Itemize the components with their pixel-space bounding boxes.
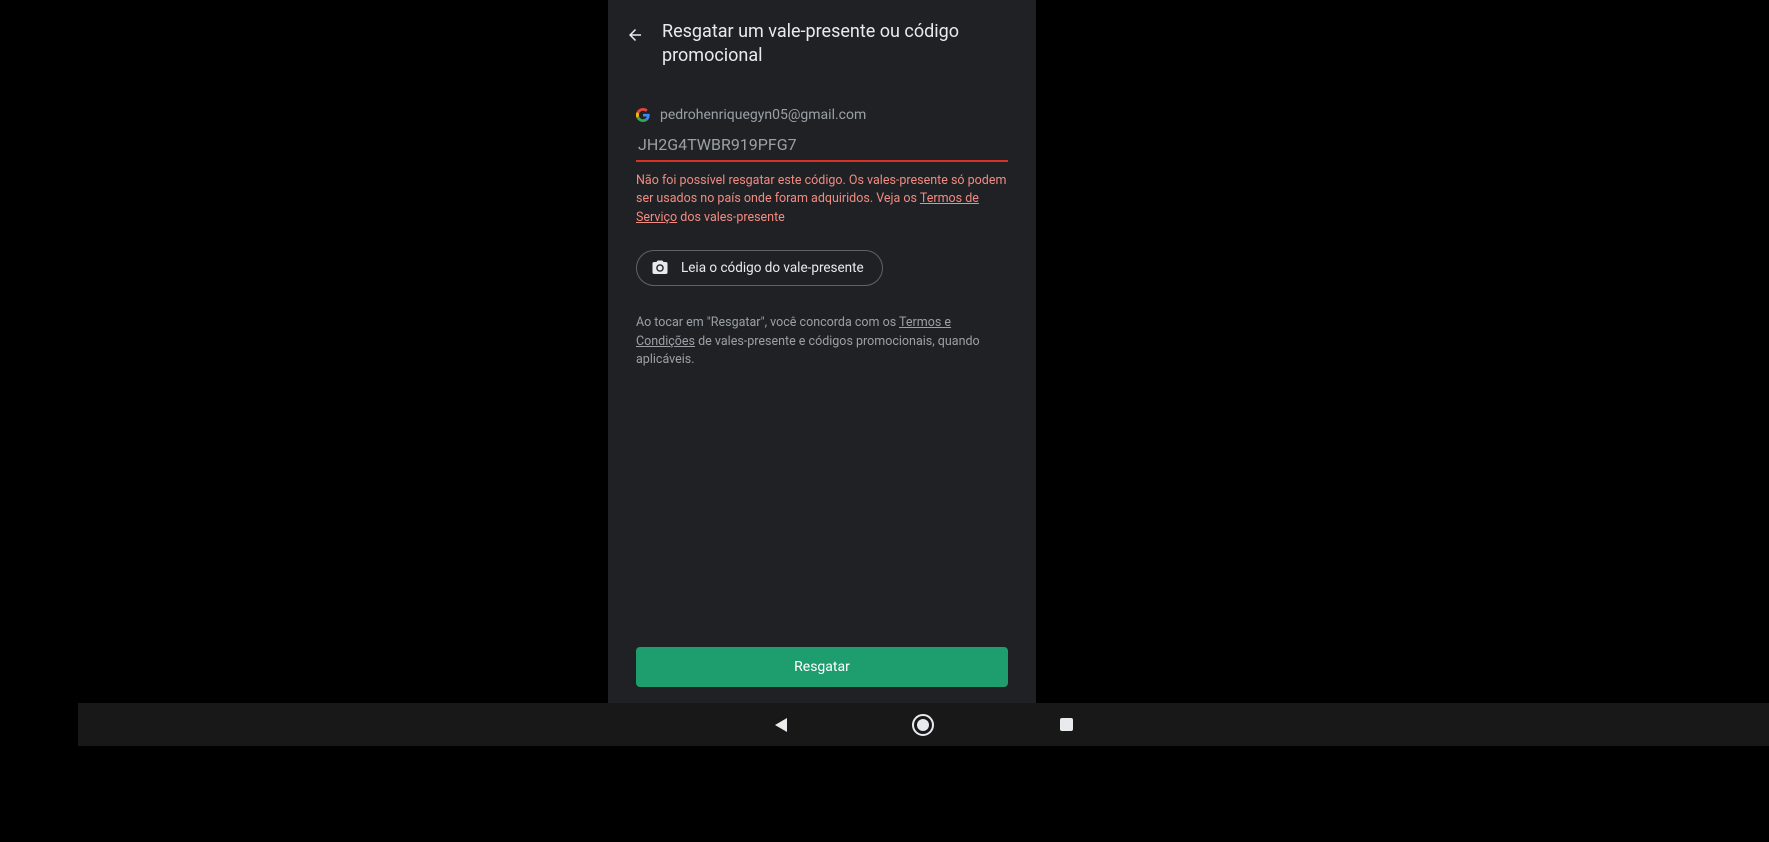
header: Resgatar um vale-presente ou código prom… bbox=[608, 0, 1036, 69]
nav-back-button[interactable] bbox=[761, 705, 801, 745]
app-screen: Resgatar um vale-presente ou código prom… bbox=[608, 0, 1036, 703]
nav-recents-button[interactable] bbox=[1046, 705, 1086, 745]
disclaimer-text: Ao tocar em "Resgatar", você concorda co… bbox=[636, 314, 1008, 370]
circle-home-icon bbox=[912, 714, 934, 736]
code-input[interactable] bbox=[636, 135, 1008, 162]
nav-home-button[interactable] bbox=[903, 705, 943, 745]
redeem-button[interactable]: Resgatar bbox=[636, 647, 1008, 687]
error-text-after: dos vales-presente bbox=[677, 210, 785, 225]
camera-icon bbox=[651, 259, 669, 277]
error-message: Não foi possível resgatar este código. O… bbox=[636, 172, 1008, 228]
google-logo-icon bbox=[636, 108, 650, 122]
scan-button-label: Leia o código do vale-presente bbox=[681, 260, 864, 276]
footer: Resgatar bbox=[608, 647, 1036, 703]
android-navigation-bar bbox=[78, 703, 1769, 746]
code-input-wrapper bbox=[636, 135, 1008, 162]
account-row: pedrohenriquegyn05@gmail.com bbox=[636, 107, 1008, 123]
account-email: pedrohenriquegyn05@gmail.com bbox=[660, 107, 866, 123]
square-recents-icon bbox=[1060, 718, 1073, 731]
circle-home-inner bbox=[917, 719, 929, 731]
triangle-back-icon bbox=[775, 718, 787, 732]
arrow-left-icon bbox=[626, 26, 644, 44]
disclaimer-before: Ao tocar em "Resgatar", você concorda co… bbox=[636, 315, 899, 330]
page-title: Resgatar um vale-presente ou código prom… bbox=[662, 20, 1018, 69]
content-area: pedrohenriquegyn05@gmail.com Não foi pos… bbox=[608, 69, 1036, 647]
back-button[interactable] bbox=[626, 20, 644, 44]
nav-inner bbox=[710, 703, 1138, 746]
scan-code-button[interactable]: Leia o código do vale-presente bbox=[636, 250, 883, 286]
